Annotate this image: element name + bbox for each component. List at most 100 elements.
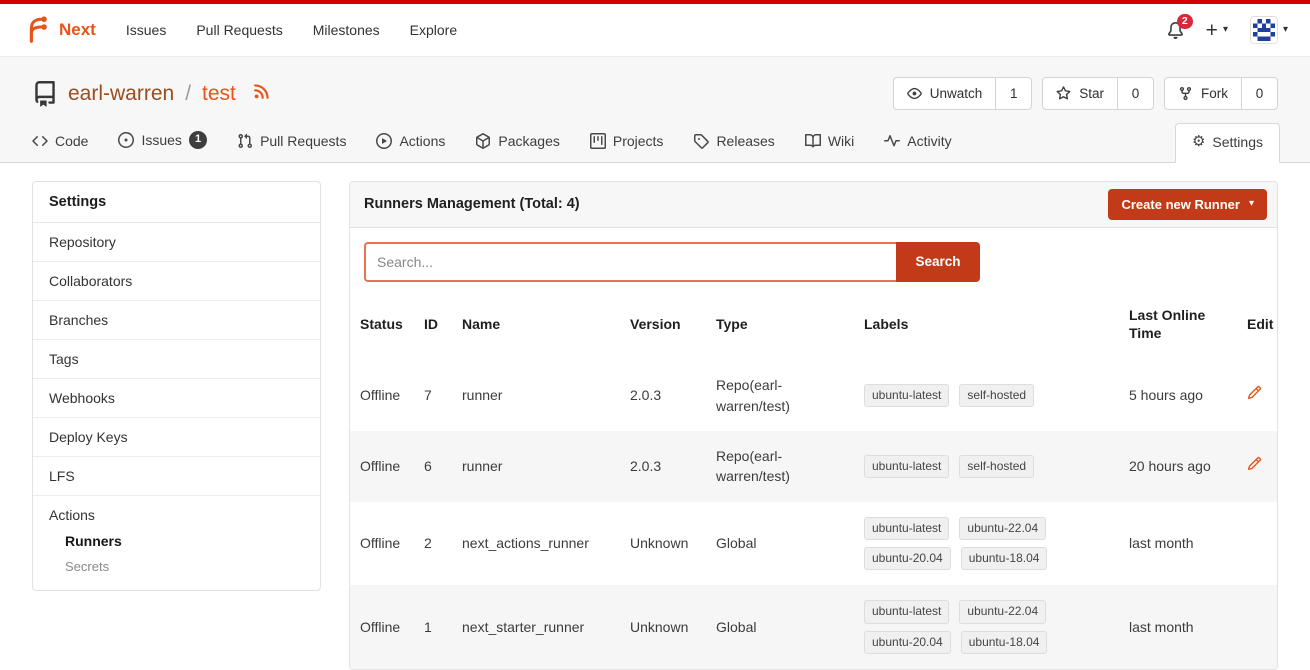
unwatch-button-group: Unwatch 1 — [893, 77, 1033, 110]
tab-code[interactable]: Code — [30, 124, 90, 162]
runners-table: Status ID Name Version Type Labels Last … — [350, 294, 1277, 669]
caret-down-icon: ▾ — [1223, 25, 1228, 35]
fork-label: Fork — [1201, 86, 1228, 101]
sidebar-item-actions[interactable]: Actions — [49, 507, 304, 523]
create-new-menu[interactable]: + ▾ — [1206, 20, 1228, 41]
issue-icon — [118, 132, 134, 148]
runner-row: Offline 6 runner 2.0.3 Repo(earl-warren/… — [350, 431, 1277, 502]
tab-pull-requests[interactable]: Pull Requests — [235, 124, 348, 162]
runner-label: ubuntu-20.04 — [864, 631, 951, 654]
runner-label: ubuntu-latest — [864, 455, 949, 478]
sidebar-item-lfs[interactable]: LFS — [33, 457, 320, 496]
runner-id: 2 — [414, 502, 452, 586]
fork-button[interactable]: Fork — [1165, 78, 1241, 109]
code-icon — [32, 133, 48, 149]
tab-label: Issues — [141, 132, 181, 148]
settings-sidebar: Settings Repository Collaborators Branch… — [32, 181, 321, 591]
tab-label: Code — [55, 133, 88, 149]
tab-actions[interactable]: Actions — [374, 124, 447, 162]
caret-down-icon: ▾ — [1249, 199, 1254, 209]
tab-settings[interactable]: ⚙ Settings — [1175, 123, 1280, 163]
runner-last-online: 5 hours ago — [1119, 360, 1237, 431]
runner-label: self-hosted — [959, 384, 1034, 407]
user-avatar — [1250, 16, 1278, 44]
table-header-row: Status ID Name Version Type Labels Last … — [350, 294, 1277, 360]
col-id: ID — [414, 294, 452, 360]
runner-id: 6 — [414, 431, 452, 502]
runner-name: runner — [452, 431, 620, 502]
sidebar-title: Settings — [33, 182, 320, 223]
unwatch-button[interactable]: Unwatch — [894, 78, 996, 109]
navbar-right: 2 + ▾ ▾ — [1167, 16, 1288, 44]
sidebar-item-webhooks[interactable]: Webhooks — [33, 379, 320, 418]
col-status: Status — [350, 294, 414, 360]
navbar-item-issues[interactable]: Issues — [126, 22, 166, 38]
forgejo-logo-icon — [22, 15, 52, 45]
forks-count[interactable]: 0 — [1241, 78, 1277, 109]
sidebar-item-collaborators[interactable]: Collaborators — [33, 262, 320, 301]
pencil-icon — [1247, 385, 1262, 400]
runner-name: next_actions_runner — [452, 502, 620, 586]
navbar-links: Issues Pull Requests Milestones Explore — [126, 22, 457, 38]
star-icon — [1056, 86, 1071, 101]
edit-runner-button[interactable] — [1247, 456, 1262, 471]
rss-feed-button[interactable] — [253, 83, 270, 100]
tab-projects[interactable]: Projects — [588, 124, 666, 162]
runner-version: 2.0.3 — [620, 431, 706, 502]
package-icon — [475, 133, 491, 149]
tab-issues[interactable]: Issues 1 — [116, 122, 209, 162]
search-button[interactable]: Search — [896, 242, 980, 282]
user-menu[interactable]: ▾ — [1250, 16, 1288, 44]
runner-type: Global — [706, 502, 854, 586]
play-circle-icon — [376, 133, 392, 149]
search-bar: Search — [350, 228, 1277, 292]
repo-tabs: Code Issues 1 Pull Requests Actions Pack… — [0, 118, 1310, 162]
notifications-button[interactable]: 2 — [1167, 22, 1184, 39]
runner-status: Offline — [350, 360, 414, 431]
stars-count[interactable]: 0 — [1117, 78, 1153, 109]
runners-panel: Runners Management (Total: 4) Create new… — [349, 181, 1278, 670]
brand-name: Next — [59, 20, 96, 40]
col-type: Type — [706, 294, 854, 360]
runner-labels: ubuntu-latest ubuntu-22.04 ubuntu-20.04 … — [864, 600, 1094, 654]
search-input[interactable] — [364, 242, 896, 282]
sidebar-item-secrets[interactable]: Secrets — [49, 549, 304, 574]
watchers-count[interactable]: 1 — [995, 78, 1031, 109]
tab-packages[interactable]: Packages — [473, 124, 561, 162]
home-link[interactable]: Next — [22, 15, 96, 45]
runner-label: ubuntu-latest — [864, 517, 949, 540]
edit-runner-button[interactable] — [1247, 385, 1262, 400]
repo-header: earl-warren / test Unwatch — [0, 56, 1310, 163]
pull-request-icon — [237, 133, 253, 149]
panel-header: Runners Management (Total: 4) Create new… — [350, 182, 1277, 228]
tab-wiki[interactable]: Wiki — [803, 124, 856, 162]
repo-title: earl-warren / test — [32, 81, 270, 107]
fork-icon — [1178, 86, 1193, 101]
pencil-icon — [1247, 456, 1262, 471]
repo-name-link[interactable]: test — [202, 82, 236, 106]
sidebar-item-repository[interactable]: Repository — [33, 223, 320, 262]
sidebar-item-branches[interactable]: Branches — [33, 301, 320, 340]
runner-last-online: last month — [1119, 502, 1237, 586]
tab-releases[interactable]: Releases — [691, 124, 776, 162]
runner-row: Offline 1 next_starter_runner Unknown Gl… — [350, 585, 1277, 669]
sidebar-group-actions: Actions Runners Secrets — [33, 496, 320, 590]
col-edit: Edit — [1237, 294, 1277, 360]
sidebar-item-tags[interactable]: Tags — [33, 340, 320, 379]
navbar-item-explore[interactable]: Explore — [410, 22, 457, 38]
runner-status: Offline — [350, 585, 414, 669]
runner-label: ubuntu-18.04 — [961, 631, 1048, 654]
navbar-item-milestones[interactable]: Milestones — [313, 22, 380, 38]
tab-label: Pull Requests — [260, 133, 346, 149]
create-runner-button[interactable]: Create new Runner ▾ — [1108, 189, 1267, 220]
navbar-item-pull-requests[interactable]: Pull Requests — [196, 22, 282, 38]
sidebar-item-deploy-keys[interactable]: Deploy Keys — [33, 418, 320, 457]
star-button[interactable]: Star — [1043, 78, 1117, 109]
sidebar-item-runners[interactable]: Runners — [49, 523, 304, 549]
runner-type: Repo(earl-warren/test) — [706, 360, 854, 431]
tab-activity[interactable]: Activity — [882, 124, 953, 162]
tab-label: Actions — [399, 133, 445, 149]
create-runner-label: Create new Runner — [1121, 197, 1239, 212]
col-name: Name — [452, 294, 620, 360]
repo-owner-link[interactable]: earl-warren — [68, 82, 174, 106]
